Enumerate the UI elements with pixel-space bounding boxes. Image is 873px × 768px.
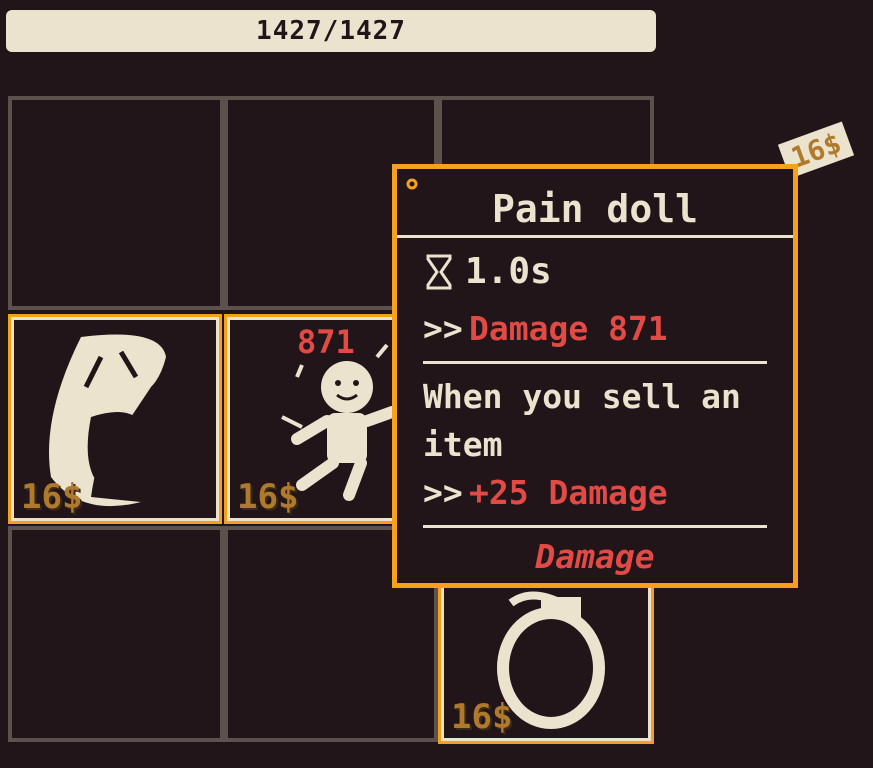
item-tooltip: Pain doll 1.0s >> Damage 871 When you se…	[392, 164, 798, 588]
health-text: 1427/1427	[256, 16, 406, 46]
health-bar: 1427/1427	[6, 10, 656, 52]
item-price: 16$	[237, 477, 299, 517]
item-card-pain-doll[interactable]: 871 16$	[224, 314, 414, 524]
divider	[423, 361, 767, 364]
tooltip-title: Pain doll	[492, 187, 698, 231]
tooltip-desc-line2: item	[423, 425, 503, 464]
tooltip-damage: Damage 871	[469, 309, 668, 348]
tooltip-tag: Damage	[535, 537, 655, 576]
hourglass-icon	[426, 254, 452, 290]
divider	[397, 235, 793, 238]
item-price: 16$	[21, 477, 83, 517]
tooltip-cooldown: 1.0s	[465, 251, 552, 292]
inventory-slot[interactable]	[8, 96, 224, 310]
tooltip-desc-line1: When you sell an	[423, 377, 741, 416]
item-card-scream[interactable]: 16$	[8, 314, 222, 524]
tooltip-bonus: +25 Damage	[469, 473, 668, 512]
tooltip-bonus-arrow: >>	[423, 473, 463, 512]
item-price: 16$	[451, 697, 513, 737]
inventory-slot[interactable]	[8, 526, 224, 742]
item-damage-value: 871	[297, 323, 355, 361]
tooltip-damage-arrow: >>	[423, 309, 463, 348]
divider	[423, 525, 767, 528]
item-card-ring[interactable]: 16$	[438, 570, 654, 744]
